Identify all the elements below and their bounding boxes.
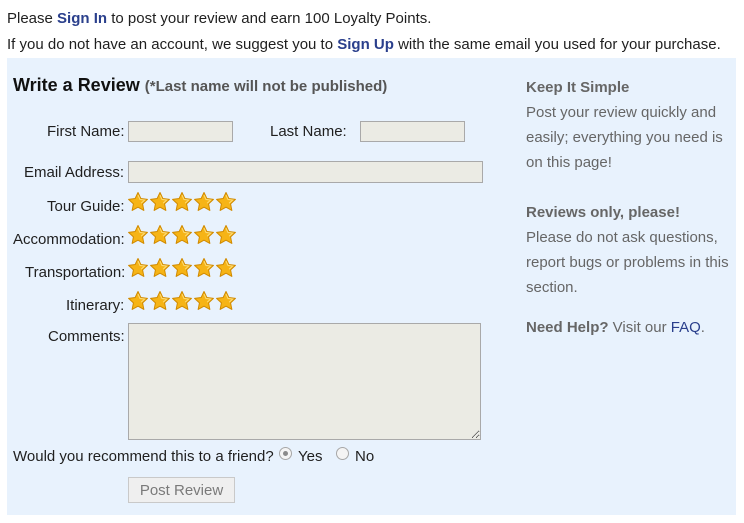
star-icon[interactable]: [193, 290, 215, 312]
star-icon[interactable]: [215, 257, 237, 279]
sidebar-keep-simple-text: Post your review quickly and easily; eve…: [526, 104, 723, 171]
form-title: Write a Review (*Last name will not be p…: [13, 75, 387, 96]
star-icon[interactable]: [127, 191, 149, 213]
comments-label: Comments:: [48, 328, 125, 345]
review-panel: Write a Review (*Last name will not be p…: [7, 58, 736, 515]
rating-label-transportation: Transportation:: [25, 264, 126, 281]
star-icon[interactable]: [215, 224, 237, 246]
last-name-input[interactable]: [360, 121, 465, 142]
sign-up-link[interactable]: Sign Up: [337, 36, 394, 53]
rating-label-accommodation: Accommodation:: [13, 231, 125, 248]
sign-in-link[interactable]: Sign In: [57, 10, 107, 27]
first-name-input[interactable]: [128, 121, 233, 142]
signin-prompt-pre: Please: [7, 10, 58, 27]
sidebar-reviews-only-text: Please do not ask questions, report bugs…: [526, 229, 729, 296]
sidebar-help: Need Help? Visit our FAQ.: [526, 315, 731, 340]
rating-label-itinerary: Itinerary:: [66, 297, 125, 314]
sidebar-help-end: .: [700, 319, 705, 336]
comments-textarea[interactable]: [128, 323, 481, 440]
email-label: Email Address:: [24, 164, 125, 181]
sidebar-help-text: Visit our: [608, 319, 671, 336]
sidebar-reviews-only-heading: Reviews only, please!: [526, 204, 680, 221]
star-icon[interactable]: [149, 191, 171, 213]
signup-prompt-pre: If you do not have an account, we sugges…: [7, 36, 338, 53]
star-icon[interactable]: [149, 224, 171, 246]
star-icon[interactable]: [127, 257, 149, 279]
email-input[interactable]: [128, 161, 483, 183]
sidebar-keep-simple: Keep It Simple Post your review quickly …: [526, 75, 731, 175]
star-icon[interactable]: [171, 191, 193, 213]
sidebar-help-heading: Need Help?: [526, 319, 609, 336]
star-icon[interactable]: [171, 224, 193, 246]
recommend-no-radio[interactable]: [336, 447, 349, 460]
star-icon[interactable]: [193, 224, 215, 246]
form-title-text: Write a Review: [13, 75, 140, 95]
recommend-no-label[interactable]: No: [355, 448, 374, 465]
post-review-button[interactable]: Post Review: [128, 477, 235, 503]
signup-prompt-post: with the same email you used for your pu…: [393, 36, 721, 53]
rating-stars-itinerary[interactable]: [127, 290, 237, 312]
faq-link[interactable]: FAQ: [671, 319, 701, 336]
star-icon[interactable]: [171, 290, 193, 312]
star-icon[interactable]: [193, 257, 215, 279]
star-icon[interactable]: [127, 224, 149, 246]
recommend-yes-radio[interactable]: [279, 447, 292, 460]
star-icon[interactable]: [215, 290, 237, 312]
star-icon[interactable]: [171, 257, 193, 279]
recommend-label: Would you recommend this to a friend?: [13, 448, 274, 465]
rating-stars-transportation[interactable]: [127, 257, 237, 279]
signin-prompt: Please Sign In to post your review and e…: [7, 10, 431, 27]
first-name-label: First Name:: [47, 123, 125, 140]
rating-stars-accommodation[interactable]: [127, 224, 237, 246]
sidebar-reviews-only: Reviews only, please! Please do not ask …: [526, 200, 731, 300]
star-icon[interactable]: [193, 191, 215, 213]
sidebar-keep-simple-heading: Keep It Simple: [526, 79, 630, 96]
star-icon[interactable]: [127, 290, 149, 312]
star-icon[interactable]: [215, 191, 237, 213]
rating-label-tour-guide: Tour Guide:: [47, 198, 125, 215]
signup-prompt: If you do not have an account, we sugges…: [7, 36, 721, 53]
star-icon[interactable]: [149, 257, 171, 279]
star-icon[interactable]: [149, 290, 171, 312]
form-title-note: (*Last name will not be published): [144, 78, 388, 95]
recommend-yes-label[interactable]: Yes: [298, 448, 322, 465]
last-name-label: Last Name:: [270, 123, 347, 140]
signin-prompt-post: to post your review and earn 100 Loyalty…: [107, 10, 432, 27]
rating-stars-tour-guide[interactable]: [127, 191, 237, 213]
